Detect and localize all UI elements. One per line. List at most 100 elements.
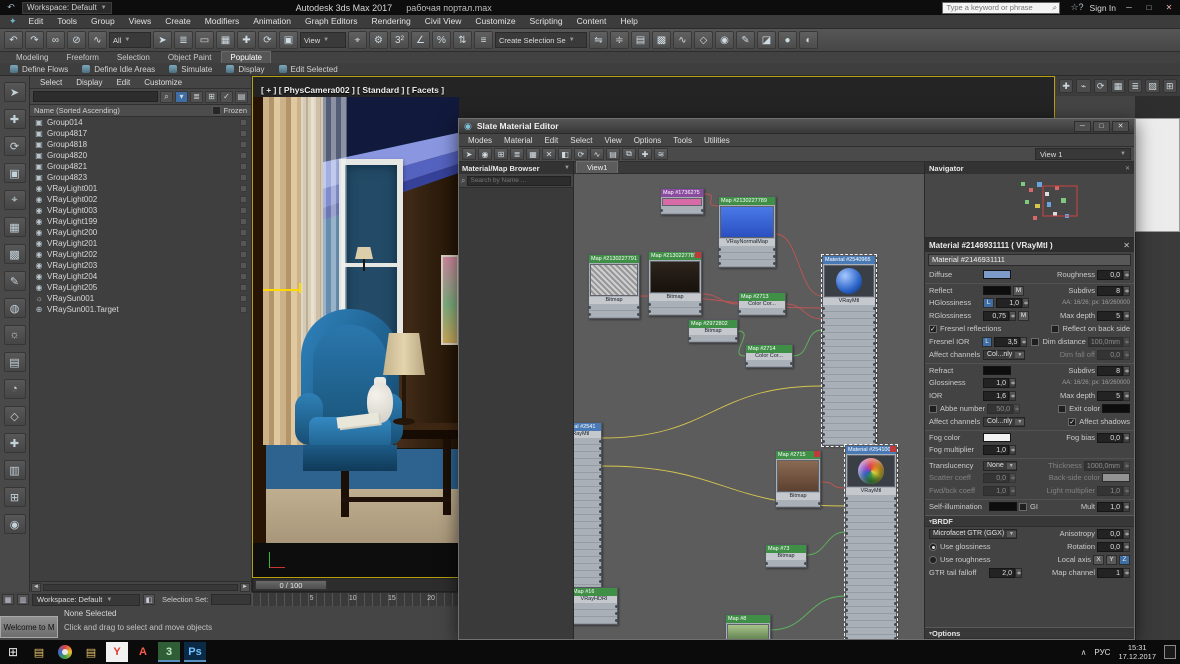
node-slot[interactable] (745, 360, 793, 367)
select-and-rotate-icon[interactable]: ⟳ (258, 31, 277, 49)
snaps-toggle-icon[interactable]: 3² (390, 31, 409, 49)
selection-set-dropdown[interactable] (211, 594, 252, 605)
workspace-dropdown[interactable]: Workspace: Default ▼ (22, 1, 112, 14)
param-value-spinner[interactable]: 8 (1097, 365, 1130, 376)
param-value-spinner[interactable]: 1,6 (983, 390, 1016, 401)
node-slot[interactable] (574, 564, 602, 571)
explorer-menu-select[interactable]: Select (34, 78, 68, 87)
select-icon[interactable]: ➤ (462, 148, 476, 160)
material-node[interactable]: Map #2130227787 Bitmap (648, 251, 702, 316)
node-title[interactable]: Map #2713 (739, 293, 785, 301)
angle-snap-icon[interactable]: ∠ (411, 31, 430, 49)
color-swatch[interactable] (1102, 404, 1130, 413)
me-menu-tools[interactable]: Tools (667, 136, 698, 145)
node-slot[interactable] (845, 593, 897, 600)
frozen-toggle[interactable] (240, 207, 247, 214)
create-icon[interactable]: ✚ (1059, 79, 1074, 93)
browser-search-input[interactable] (467, 175, 571, 186)
use-pivot-point-icon[interactable]: ⌖ (348, 31, 367, 49)
scene-object-row[interactable]: ☼ VRaySun001 (30, 293, 251, 304)
map-button[interactable]: M (1013, 285, 1024, 296)
explorer-menu-display[interactable]: Display (70, 78, 108, 87)
hatch-icon[interactable]: ▩ (3, 244, 26, 264)
explorer-menu-customize[interactable]: Customize (138, 78, 188, 87)
undo-icon[interactable]: ↶ (4, 31, 23, 49)
node-slot[interactable] (574, 522, 602, 529)
browser-header[interactable]: Material/Map Browser ▼ (459, 162, 573, 174)
node-slot[interactable] (775, 500, 821, 507)
node-slot[interactable] (822, 347, 876, 354)
node-slot[interactable] (574, 529, 602, 536)
select-by-name-icon[interactable]: ≣ (174, 31, 193, 49)
rendered-frame-window-icon[interactable]: ◪ (757, 31, 776, 49)
curve-editor-icon[interactable]: ∿ (673, 31, 692, 49)
rows-icon[interactable]: ▥ (3, 460, 26, 480)
me-menu-select[interactable]: Select (564, 136, 598, 145)
node-title[interactable]: Map #2714 (746, 345, 792, 353)
node-slot[interactable] (845, 558, 897, 565)
half-icon[interactable]: ◧ (558, 148, 572, 160)
node-slot[interactable] (822, 410, 876, 417)
navigator-thumbnail[interactable] (925, 174, 1134, 238)
param-value-spinner[interactable]: 5 (1097, 310, 1130, 321)
edit-named-selection-sets-icon[interactable]: ≡ (474, 31, 493, 49)
view-selector-dropdown[interactable]: View 1 ▼ (1035, 148, 1131, 160)
node-slot[interactable] (845, 586, 897, 593)
param-value-spinner[interactable]: 1,0 (983, 377, 1016, 388)
taskbar-app-yandex-browser[interactable]: Y (106, 642, 128, 662)
close-button[interactable]: ✕ (1162, 2, 1176, 13)
checkbox[interactable]: Dim distance (1031, 337, 1086, 346)
scene-explorer-header[interactable]: Name (Sorted Ascending) Frozen (30, 105, 251, 117)
spinner-snap-icon[interactable]: ⇅ (453, 31, 472, 49)
node-slot[interactable] (845, 614, 897, 621)
rectangular-selection-region-icon[interactable]: ▭ (195, 31, 214, 49)
ribbon-tab-modeling[interactable]: Modeling (8, 52, 56, 63)
motion-icon[interactable]: ▦ (1110, 79, 1126, 93)
check-icon[interactable]: ✓ (220, 90, 233, 103)
scene-object-row[interactable]: ▣ Group4820 (30, 150, 251, 161)
start-button[interactable]: ⊞ (0, 640, 26, 664)
node-slot[interactable] (574, 617, 618, 624)
node-slot[interactable] (822, 417, 876, 424)
node-title[interactable]: Map #1736275 (661, 189, 703, 197)
node-slot[interactable] (845, 551, 897, 558)
material-node[interactable]: Material #2541VRayMtl (574, 422, 602, 593)
ribbon-tab-selection[interactable]: Selection (109, 52, 158, 63)
schematic-view-icon[interactable]: ◇ (694, 31, 713, 49)
map-button[interactable]: Y (1106, 554, 1117, 565)
node-slot[interactable] (845, 579, 897, 586)
layers-icon[interactable]: ▤ (235, 90, 248, 103)
node-title[interactable]: Map #8 (726, 615, 770, 623)
node-slot[interactable] (574, 459, 602, 466)
menubar-item-animation[interactable]: Animation (246, 15, 298, 28)
scene-object-row[interactable]: ◉ VRayLight199 (30, 216, 251, 227)
frozen-toggle[interactable] (240, 130, 247, 137)
node-slot[interactable] (738, 308, 786, 315)
frozen-toggle[interactable] (240, 152, 247, 159)
map-button[interactable]: M (1018, 310, 1029, 321)
node-slot[interactable] (822, 438, 876, 445)
me-menu-modes[interactable]: Modes (462, 136, 498, 145)
param-value-spinner[interactable]: 1,0 (1097, 485, 1130, 496)
scene-object-row[interactable]: ◉ VRayLight003 (30, 205, 251, 216)
node-slot[interactable] (822, 368, 876, 375)
node-slot[interactable] (822, 375, 876, 382)
scroll-right-icon[interactable]: ► (240, 582, 250, 592)
menubar-item-graph-editors[interactable]: Graph Editors (298, 15, 364, 28)
material-node[interactable]: Map #2713 Color Cor... (738, 292, 786, 316)
scroll-left-icon[interactable]: ◄ (31, 582, 41, 592)
rows-toggle-icon[interactable]: ▥ (17, 594, 29, 605)
minimize-button[interactable]: ─ (1122, 2, 1136, 13)
param-value-spinner[interactable]: 0,0 (1097, 528, 1130, 539)
scale-icon[interactable]: ▣ (3, 163, 26, 183)
viewport-scene[interactable] (253, 97, 459, 543)
clock[interactable]: 15:31 17.12.2017 (1118, 643, 1156, 661)
me-menu-material[interactable]: Material (498, 136, 538, 145)
material-node[interactable]: Material #2540965 VRayMtl (821, 254, 877, 447)
node-slot[interactable] (845, 600, 897, 607)
node-slot[interactable] (845, 537, 897, 544)
frozen-toggle[interactable] (240, 174, 247, 181)
plus-icon[interactable]: ✚ (3, 433, 26, 453)
select-and-move-icon[interactable]: ✚ (237, 31, 256, 49)
param-value-spinner[interactable]: 50,0 (987, 403, 1021, 414)
